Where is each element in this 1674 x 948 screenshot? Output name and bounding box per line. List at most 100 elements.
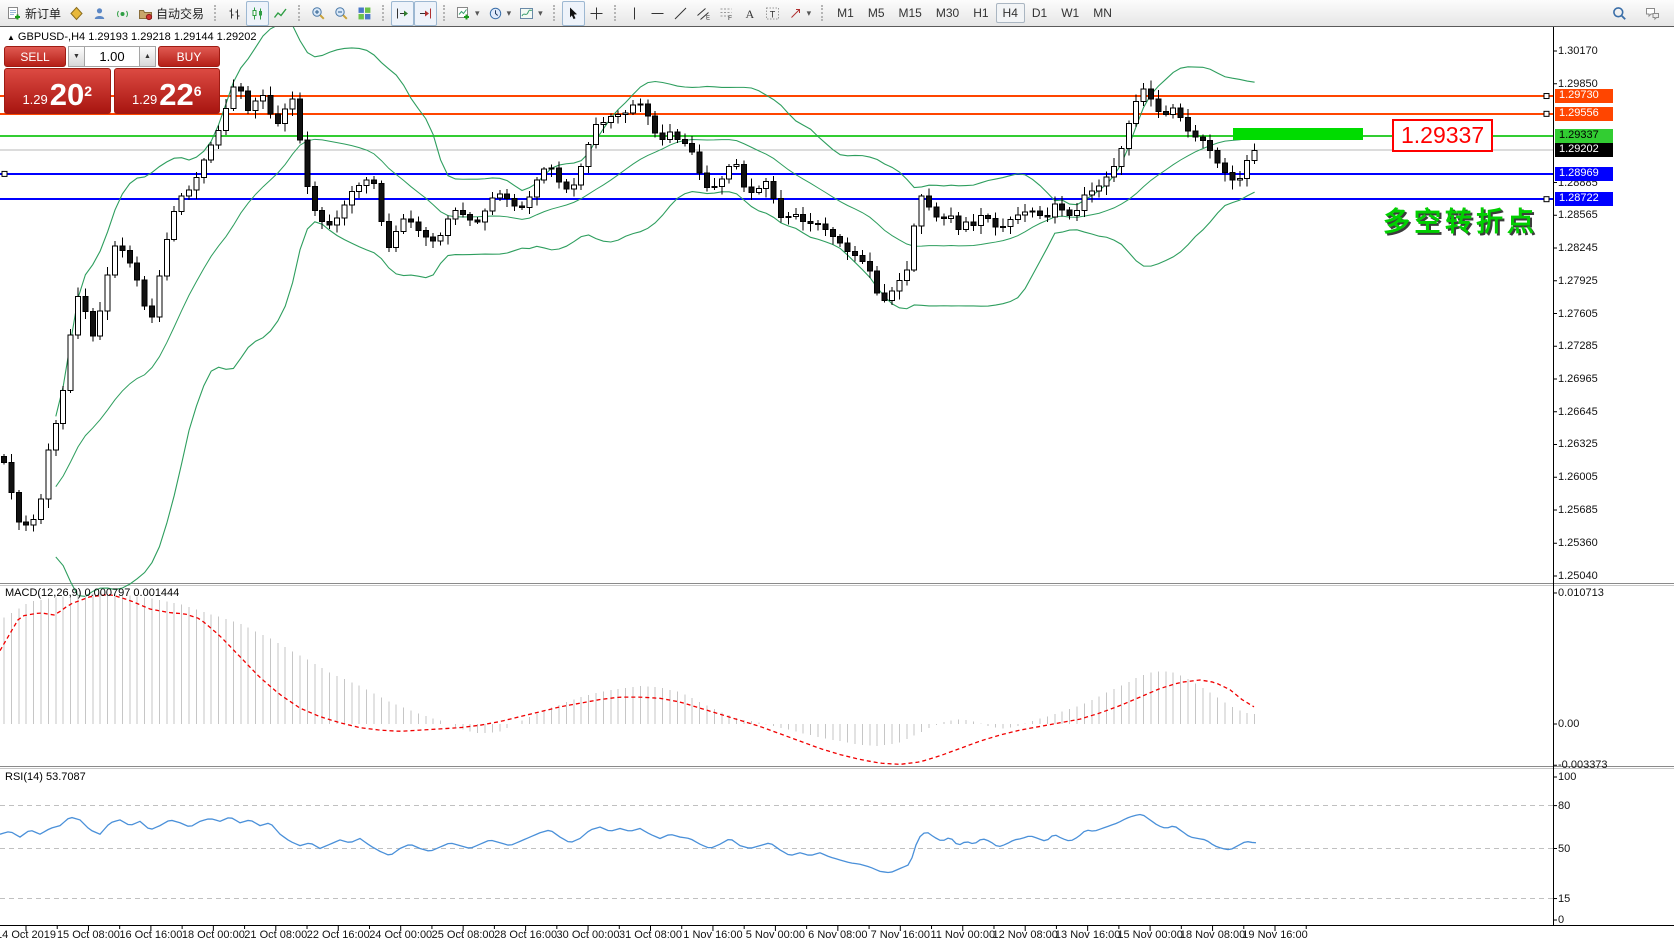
- chart-wizard-button[interactable]: [65, 1, 88, 26]
- dropdown-caret-icon[interactable]: ▾: [807, 8, 812, 19]
- buy-price[interactable]: 1.29 22 6: [114, 68, 221, 114]
- toolbar-group: [379, 1, 440, 25]
- timeframe-m30[interactable]: M30: [929, 3, 966, 23]
- collapse-panel-icon[interactable]: ▲: [7, 33, 15, 42]
- zoom-out-button[interactable]: [330, 1, 353, 26]
- timeframe-h4[interactable]: H4: [996, 3, 1025, 23]
- price-axis-tick: 1.28245: [1558, 242, 1598, 254]
- rsi-axis-tick: 0: [1558, 914, 1564, 926]
- green-highlight-rectangle[interactable]: [1233, 128, 1363, 140]
- trend-line-button[interactable]: [669, 1, 692, 26]
- dropdown-caret-icon[interactable]: ▾: [538, 8, 543, 19]
- text-label-icon: T: [765, 6, 780, 21]
- horizontal-line-icon: [650, 6, 665, 21]
- time-axis-tick: 12 Nov 08:00: [992, 929, 1057, 941]
- price-line-badge: 1.29730: [1555, 89, 1613, 103]
- time-axis-tick: 30 Oct 00:00: [557, 929, 620, 941]
- price-axis-tick: 1.26965: [1558, 373, 1598, 385]
- buy-button[interactable]: BUY: [158, 46, 220, 67]
- market-signal-button[interactable]: [111, 1, 134, 26]
- vertical-line-icon: [627, 6, 642, 21]
- chart-title: ▲GBPUSD-,H4 1.29193 1.29218 1.29144 1.29…: [7, 31, 256, 43]
- volume-decrease-button[interactable]: ▼: [68, 46, 85, 67]
- vertical-line-button[interactable]: [623, 1, 646, 26]
- bar-chart-icon: [227, 6, 242, 21]
- cursor-icon: [566, 6, 581, 21]
- one-click-trading-panel: SELL ▼ 1.00 ▲ BUY 1.29 20 2 1.29 22 6: [4, 46, 220, 114]
- time-axis-tick: 15 Oct 08:00: [57, 929, 120, 941]
- bar-chart-button[interactable]: [223, 1, 246, 26]
- time-axis-tick: 7 Nov 16:00: [871, 929, 930, 941]
- timeframe-mn[interactable]: MN: [1086, 3, 1119, 23]
- price-axis-tick: 1.26325: [1558, 438, 1598, 450]
- tile-windows-button[interactable]: [353, 1, 376, 26]
- toolbar-group: [211, 1, 295, 25]
- profiles-button[interactable]: [88, 1, 111, 26]
- chat-button[interactable]: [1641, 1, 1664, 26]
- sell-price-prefix: 1.29: [22, 90, 47, 110]
- svg-text:T: T: [769, 9, 775, 19]
- timeframe-m5[interactable]: M5: [861, 3, 892, 23]
- crosshair-icon: [589, 6, 604, 21]
- time-axis-tick: 31 Oct 08:00: [619, 929, 682, 941]
- volume-value[interactable]: 1.00: [85, 46, 139, 67]
- rsi-axis-tick: 50: [1558, 843, 1570, 855]
- text-button[interactable]: A: [738, 1, 761, 26]
- rsi-axis-tick: 15: [1558, 893, 1570, 905]
- indicators-icon: [456, 6, 471, 21]
- price-callout-label[interactable]: 1.29337: [1392, 119, 1493, 152]
- svg-text:E: E: [706, 15, 710, 21]
- rsi-indicator-label: RSI(14) 53.7087: [5, 771, 86, 783]
- time-axis-tick: 13 Nov 16:00: [1055, 929, 1120, 941]
- time-axis-tick: 14 Oct 2019: [0, 929, 56, 941]
- search-button[interactable]: [1608, 1, 1631, 26]
- timeframe-m15[interactable]: M15: [892, 3, 929, 23]
- price-axis-tick: 1.27605: [1558, 308, 1598, 320]
- dropdown-caret-icon[interactable]: ▾: [475, 8, 480, 19]
- equidistant-channel-button[interactable]: E: [692, 1, 715, 26]
- autotrading-button[interactable]: 自动交易: [134, 1, 208, 26]
- sell-price-main: 20: [50, 79, 84, 110]
- timeframe-w1[interactable]: W1: [1054, 3, 1086, 23]
- crosshair-button[interactable]: [585, 1, 608, 26]
- sell-button[interactable]: SELL: [4, 46, 66, 67]
- arrows-button[interactable]: ▾: [784, 1, 816, 26]
- rsi-axis-tick: 80: [1558, 800, 1570, 812]
- line-chart-button[interactable]: [269, 1, 292, 26]
- time-axis-tick: 1 Nov 16:00: [683, 929, 742, 941]
- zoom-in-button[interactable]: [307, 1, 330, 26]
- sell-price[interactable]: 1.29 20 2: [4, 68, 111, 114]
- timeframe-d1[interactable]: D1: [1025, 3, 1054, 23]
- macd-axis-tick: -0.003373: [1558, 759, 1608, 771]
- cursor-button[interactable]: [562, 1, 585, 26]
- time-axis-tick: 24 Oct 00:00: [369, 929, 432, 941]
- time-axis-tick: 6 Nov 08:00: [808, 929, 867, 941]
- candlestick-chart-button[interactable]: [246, 1, 269, 26]
- timeframe-m1[interactable]: M1: [830, 3, 861, 23]
- text-label-button[interactable]: T: [761, 1, 784, 26]
- chart-shift-button[interactable]: [414, 1, 437, 26]
- templates-button[interactable]: ▾: [515, 1, 547, 26]
- toolbar-group: [550, 1, 611, 25]
- price-line-badge: 1.29202: [1555, 143, 1613, 157]
- dropdown-caret-icon[interactable]: ▾: [507, 8, 512, 19]
- buy-price-main: 22: [159, 79, 193, 110]
- time-axis-tick: 28 Oct 16:00: [494, 929, 557, 941]
- buy-price-pip: 6: [194, 84, 202, 98]
- toolbar-group: ▾ ▾ ▾: [440, 1, 550, 25]
- fibonacci-button[interactable]: F: [715, 1, 738, 26]
- timeframe-group: M1M5M15M30H1H4D1W1MN: [818, 1, 1122, 25]
- new-order-button[interactable]: 新订单: [3, 1, 65, 26]
- volume-increase-button[interactable]: ▲: [139, 46, 156, 67]
- indicators-button[interactable]: ▾: [452, 1, 484, 26]
- volume-spinner: ▼ 1.00 ▲: [68, 46, 156, 67]
- timeframe-h1[interactable]: H1: [966, 3, 995, 23]
- horizontal-line-button[interactable]: [646, 1, 669, 26]
- sell-price-pip: 2: [84, 84, 92, 98]
- turning-point-note[interactable]: 多空转折点: [1383, 200, 1538, 239]
- candlestick-chart-icon: [250, 6, 265, 21]
- zoom-out-icon: [334, 6, 349, 21]
- time-axis-tick: 21 Oct 08:00: [244, 929, 307, 941]
- periods-button[interactable]: ▾: [484, 1, 516, 26]
- auto-scroll-button[interactable]: [391, 1, 414, 26]
